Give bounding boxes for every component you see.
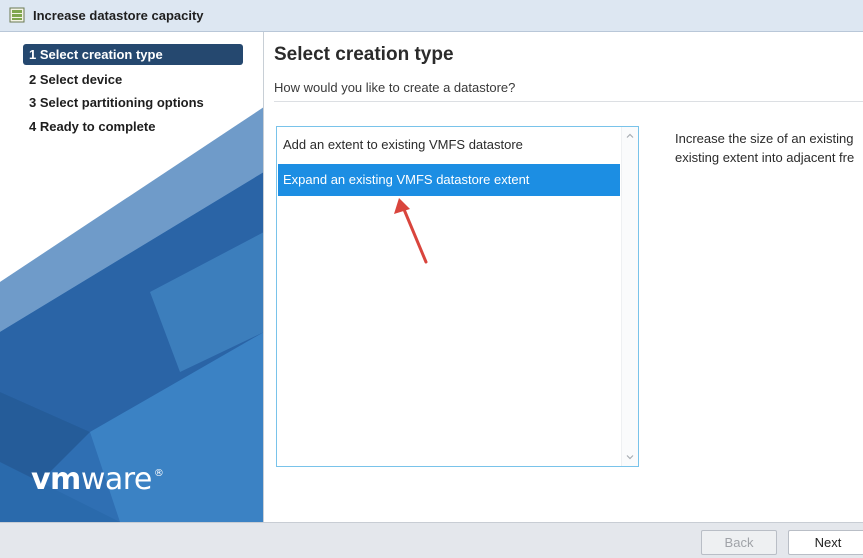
step-select-device[interactable]: 2 Select device <box>29 72 122 87</box>
step-select-creation-type[interactable]: 1 Select creation type <box>23 44 243 65</box>
divider <box>274 101 863 102</box>
step-ready-to-complete[interactable]: 4 Ready to complete <box>29 119 155 134</box>
wizard-footer: Back Next <box>0 522 863 558</box>
list-scrollbar[interactable] <box>621 127 638 466</box>
title-bar: Increase datastore capacity <box>0 0 863 32</box>
option-description: Increase the size of an existing existin… <box>675 129 854 167</box>
back-button[interactable]: Back <box>701 530 777 555</box>
step-select-partitioning-options[interactable]: 3 Select partitioning options <box>29 95 204 110</box>
datastore-icon <box>9 7 25 23</box>
next-button[interactable]: Next <box>788 530 863 555</box>
wizard-sidebar: 1 Select creation type 2 Select device 3… <box>0 32 264 522</box>
window-title: Increase datastore capacity <box>33 8 204 23</box>
vmware-logo: vmware ® <box>31 462 164 497</box>
page-subtitle: How would you like to create a datastore… <box>274 80 516 95</box>
red-arrow-icon <box>394 198 428 264</box>
option-expand-extent[interactable]: Expand an existing VMFS datastore extent <box>278 164 620 196</box>
scroll-down-icon[interactable] <box>625 452 635 462</box>
scroll-up-icon[interactable] <box>625 131 635 141</box>
description-line-2: existing extent into adjacent fre <box>675 150 855 165</box>
creation-type-list[interactable]: Add an extent to existing VMFS datastore… <box>276 126 639 467</box>
page-title: Select creation type <box>274 44 454 65</box>
option-add-extent[interactable]: Add an extent to existing VMFS datastore <box>278 129 620 161</box>
description-line-1: Increase the size of an existing <box>675 131 854 146</box>
